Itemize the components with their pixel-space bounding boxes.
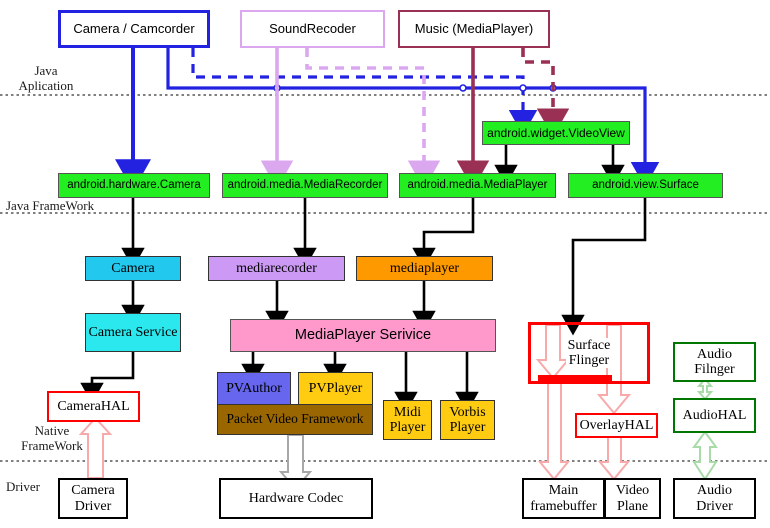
node-hardware-codec[interactable]: Hardware Codec — [219, 478, 373, 519]
layer-label-java-framework: Java FrameWork — [6, 198, 95, 213]
node-label: CameraHAL — [57, 398, 130, 414]
wire-music-dashed-to-videoview — [521, 48, 570, 138]
node-label: Music (MediaPlayer) — [414, 20, 534, 36]
wire-soundrecoder-dashed-to-mediaplayer — [305, 48, 441, 190]
layer-label-driver: Driver — [6, 479, 40, 494]
node-label: mediarecorder — [236, 260, 317, 276]
node-overlay-hal[interactable]: OverlayHAL — [575, 413, 658, 438]
node-midi-player[interactable]: Midi Player — [383, 400, 432, 440]
node-android-widget-videoview[interactable]: android.widget.VideoView — [482, 121, 630, 145]
node-main-framebuffer[interactable]: Main framebuffer — [522, 478, 605, 519]
node-label: PVAuthor — [226, 380, 282, 396]
node-android-media-mediarecorder[interactable]: android.media.MediaRecorder — [222, 173, 388, 198]
node-mediaplayer-service[interactable]: MediaPlayer Serivice — [230, 319, 496, 352]
node-label: Surface Flinger — [565, 337, 613, 369]
node-label: android.media.MediaRecorder — [227, 179, 383, 192]
surface-flinger-red-bar — [538, 375, 612, 381]
node-packet-video-framework[interactable]: Packet Video Framework — [217, 404, 373, 435]
node-label: Camera Service — [88, 324, 178, 340]
node-mediaplayer[interactable]: mediaplayer — [356, 256, 493, 281]
node-camera-camcorder[interactable]: Camera / Camcorder — [58, 10, 210, 48]
node-label: SoundRecoder — [269, 20, 356, 36]
node-label: Main framebuffer — [530, 483, 597, 514]
node-vorbis-player[interactable]: Vorbis Player — [440, 400, 495, 440]
junction-dot — [519, 84, 527, 92]
node-music-mediaplayer[interactable]: Music (MediaPlayer) — [398, 10, 550, 48]
layer-label-native-framework: Native FrameWork — [21, 423, 83, 453]
hollow-arrow-audioflinger-audiohal — [696, 377, 714, 401]
node-label: Vorbis Player — [449, 404, 486, 435]
node-android-hardware-camera[interactable]: android.hardware.Camera — [58, 173, 210, 198]
node-pvplayer[interactable]: PVPlayer — [298, 372, 373, 405]
android-multimedia-architecture-diagram: Java Aplication Java FrameWork Native Fram… — [0, 0, 770, 528]
node-label: android.view.Surface — [592, 179, 699, 192]
node-label: MediaPlayer Serivice — [294, 326, 432, 343]
node-camera-driver[interactable]: Camera Driver — [58, 478, 128, 519]
node-audio-flinger[interactable]: Audio Filnger — [673, 342, 756, 382]
node-label: Midi Player — [389, 404, 426, 435]
node-audio-driver[interactable]: Audio Driver — [673, 478, 756, 519]
hollow-arrow-surfaceflinger-to-mainframebuffer — [537, 377, 571, 481]
node-label: Camera Driver — [71, 483, 115, 514]
node-pvauthor[interactable]: PVAuthor — [217, 372, 291, 405]
node-label: Audio Driver — [696, 483, 733, 514]
wire-media-mediaplayer-to-mediaplayer — [412, 198, 475, 269]
node-label: Audio Filnger — [694, 346, 735, 377]
node-soundrecoder[interactable]: SoundRecoder — [240, 10, 385, 48]
node-camera[interactable]: Camera — [85, 256, 181, 281]
node-label: android.widget.VideoView — [487, 125, 625, 140]
node-label: android.hardware.Camera — [67, 179, 201, 192]
node-label: AudioHAL — [682, 407, 747, 423]
node-label: PVPlayer — [308, 380, 363, 396]
node-label: Hardware Codec — [248, 490, 344, 506]
node-label: Camera / Camcorder — [73, 20, 195, 36]
node-camera-hal[interactable]: CameraHAL — [47, 391, 140, 422]
node-audio-hal[interactable]: AudioHAL — [673, 398, 756, 433]
node-label: Video Plane — [615, 483, 650, 514]
node-camera-service[interactable]: Camera Service — [85, 313, 181, 352]
layer-label-java-application: Java Aplication — [18, 63, 74, 93]
node-android-media-mediaplayer[interactable]: android.media.MediaPlayer — [399, 173, 556, 198]
node-video-plane[interactable]: Video Plane — [604, 478, 661, 519]
node-label: android.media.MediaPlayer — [407, 179, 548, 192]
node-label: Packet Video Framework — [226, 411, 364, 427]
node-android-view-surface[interactable]: android.view.Surface — [568, 173, 723, 198]
node-label: mediaplayer — [389, 260, 460, 276]
node-label: Camera — [111, 260, 155, 276]
hollow-arrow-audiohal-to-audiodriver — [692, 430, 718, 481]
wire-camera-service-to-camerahal — [80, 352, 135, 404]
wire-surface-to-surfaceflinger — [561, 198, 647, 336]
hollow-arrow-overlayhal-to-videoplane — [597, 436, 631, 481]
node-label: OverlayHAL — [579, 417, 654, 433]
node-mediarecorder[interactable]: mediarecorder — [208, 256, 345, 281]
junction-dot — [459, 84, 467, 92]
